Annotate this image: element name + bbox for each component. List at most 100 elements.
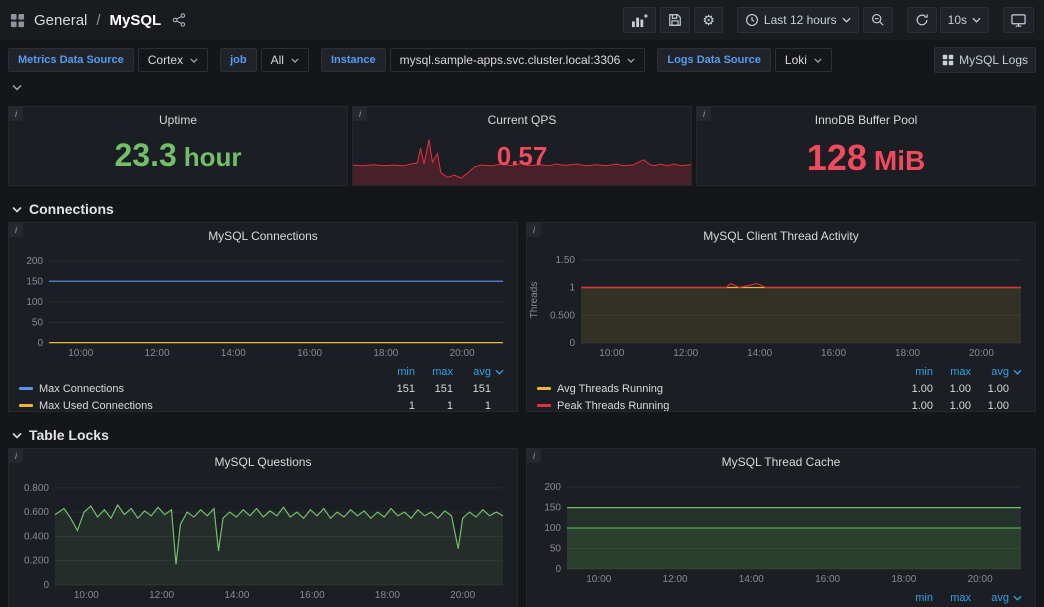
svg-text:1.50: 1.50 <box>556 255 576 266</box>
legend-value: 1.00 <box>933 383 971 395</box>
section-connections[interactable]: Connections <box>8 196 1036 222</box>
legend-value: 151 <box>415 383 453 395</box>
panel-title[interactable]: MySQL Client Thread Activity <box>527 223 1035 249</box>
svg-text:10:00: 10:00 <box>599 348 624 359</box>
panel-innodb-buffer-pool: i InnoDB Buffer Pool 128MiB <box>696 106 1036 186</box>
legend-series-toggle[interactable]: Max Used Connections <box>19 400 377 412</box>
panel-info-icon[interactable]: i <box>527 449 541 463</box>
save-dashboard-button[interactable] <box>660 7 690 33</box>
svg-text:0: 0 <box>555 564 561 575</box>
legend-value: 1.00 <box>971 400 1009 412</box>
graph-legend: minmaxavgMax Connections151151151Max Use… <box>9 361 517 412</box>
series-color-swatch <box>19 387 33 390</box>
variable-label: job <box>220 48 257 72</box>
graph-canvas[interactable]: 00.2000.4000.6000.80010:0012:0014:0016:0… <box>9 475 517 603</box>
time-range-label: Last 12 hours <box>764 13 837 27</box>
svg-text:0: 0 <box>37 338 43 349</box>
panel-info-icon[interactable]: i <box>527 223 541 237</box>
panel-mysql-questions: i MySQL Questions 00.2000.4000.6000.8001… <box>8 448 518 607</box>
graph-canvas[interactable]: 05010015020010:0012:0014:0016:0018:0020:… <box>527 475 1035 587</box>
variable-value-dropdown[interactable]: Loki <box>775 48 832 72</box>
graph-legend: minmaxavgAvg Threads Running1.001.001.00… <box>527 361 1035 412</box>
variable-value-dropdown[interactable]: All <box>261 48 309 72</box>
row-collapse-icon[interactable] <box>12 84 22 91</box>
chevron-down-icon[interactable] <box>1009 369 1025 375</box>
clock-icon <box>745 13 759 27</box>
legend-sort-min[interactable]: min <box>895 592 933 604</box>
add-panel-icon <box>631 13 648 28</box>
panel-info-icon[interactable]: i <box>9 223 23 237</box>
legend-sort-min[interactable]: min <box>895 366 933 378</box>
svg-text:12:00: 12:00 <box>145 348 170 359</box>
legend-sort-avg[interactable]: avg <box>971 592 1009 604</box>
chevron-down-icon <box>972 17 981 23</box>
panel-title[interactable]: MySQL Connections <box>9 223 517 249</box>
breadcrumb-folder[interactable]: General <box>34 12 87 29</box>
legend-sort-max[interactable]: max <box>933 592 971 604</box>
legend-value: 1 <box>377 400 415 412</box>
svg-text:20:00: 20:00 <box>450 590 475 601</box>
variable-label: Logs Data Source <box>657 48 771 72</box>
panel-title[interactable]: MySQL Questions <box>9 449 517 475</box>
svg-text:Threads: Threads <box>529 282 540 319</box>
legend-value: 1.00 <box>895 400 933 412</box>
add-panel-button[interactable] <box>623 7 656 33</box>
chevron-down-icon <box>291 58 299 63</box>
panel-info-icon[interactable]: i <box>9 449 23 463</box>
refresh-interval-dropdown[interactable]: 10s <box>940 7 989 33</box>
svg-text:16:00: 16:00 <box>297 348 322 359</box>
legend-value: 1.00 <box>933 400 971 412</box>
legend-series-toggle[interactable]: Max Connections <box>19 383 377 395</box>
time-range-picker[interactable]: Last 12 hours <box>737 7 859 33</box>
legend-sort-avg[interactable]: avg <box>971 366 1009 378</box>
series-color-swatch <box>537 404 551 407</box>
panel-info-icon[interactable]: i <box>9 107 23 121</box>
variable-metrics-data-source: Metrics Data Source Cortex <box>8 48 208 72</box>
svg-text:200: 200 <box>544 482 561 493</box>
graph-canvas[interactable]: 05010015020010:0012:0014:0016:0018:0020:… <box>9 249 517 361</box>
breadcrumb-dashboard-title[interactable]: MySQL <box>110 12 162 29</box>
chevron-down-icon[interactable] <box>1009 595 1025 601</box>
chevron-down-icon[interactable] <box>491 369 507 375</box>
graph-canvas[interactable]: 00.50011.5010:0012:0014:0016:0018:0020:0… <box>527 249 1035 361</box>
breadcrumb-separator: / <box>96 12 100 29</box>
section-table-locks[interactable]: Table Locks <box>8 422 1036 448</box>
svg-text:0.800: 0.800 <box>24 483 49 494</box>
svg-text:18:00: 18:00 <box>891 574 916 585</box>
gear-icon: ⚙ <box>702 13 715 27</box>
dashboard-settings-button[interactable]: ⚙ <box>694 7 723 33</box>
stat-value: 0.57 <box>353 107 691 185</box>
dashboards-icon[interactable] <box>10 13 25 28</box>
legend-series-toggle[interactable]: Avg Threads Running <box>537 383 895 395</box>
mysql-logs-button[interactable]: MySQL Logs <box>934 47 1036 73</box>
share-icon[interactable] <box>172 13 186 27</box>
panel-mysql-thread-cache: i MySQL Thread Cache 05010015020010:0012… <box>526 448 1036 607</box>
refresh-button[interactable] <box>907 7 937 33</box>
panel-info-icon[interactable]: i <box>697 107 711 121</box>
variable-value-dropdown[interactable]: mysql.sample-apps.svc.cluster.local:3306 <box>390 48 646 72</box>
legend-sort-min[interactable]: min <box>377 366 415 378</box>
legend-sort-max[interactable]: max <box>933 366 971 378</box>
svg-text:14:00: 14:00 <box>221 348 246 359</box>
refresh-icon <box>915 13 929 27</box>
svg-text:12:00: 12:00 <box>663 574 688 585</box>
variable-value-dropdown[interactable]: Cortex <box>138 48 208 72</box>
variable-job: job All <box>220 48 309 72</box>
legend-series-toggle[interactable]: Peak Threads Running <box>537 400 895 412</box>
chevron-down-icon <box>842 17 851 23</box>
svg-text:14:00: 14:00 <box>224 590 249 601</box>
legend-value: 1 <box>453 400 491 412</box>
chevron-down-icon <box>12 206 22 213</box>
svg-text:18:00: 18:00 <box>375 590 400 601</box>
svg-text:0: 0 <box>43 580 49 591</box>
svg-text:100: 100 <box>26 297 43 308</box>
zoom-out-button[interactable] <box>863 7 893 33</box>
cycle-view-button[interactable] <box>1003 7 1034 33</box>
legend-sort-avg[interactable]: avg <box>453 366 491 378</box>
panel-info-icon[interactable]: i <box>353 107 367 121</box>
section-title: Connections <box>29 201 114 217</box>
panel-title[interactable]: MySQL Thread Cache <box>527 449 1035 475</box>
chevron-down-icon <box>190 58 198 63</box>
variable-logs-data-source: Logs Data Source Loki <box>657 48 832 72</box>
legend-sort-max[interactable]: max <box>415 366 453 378</box>
